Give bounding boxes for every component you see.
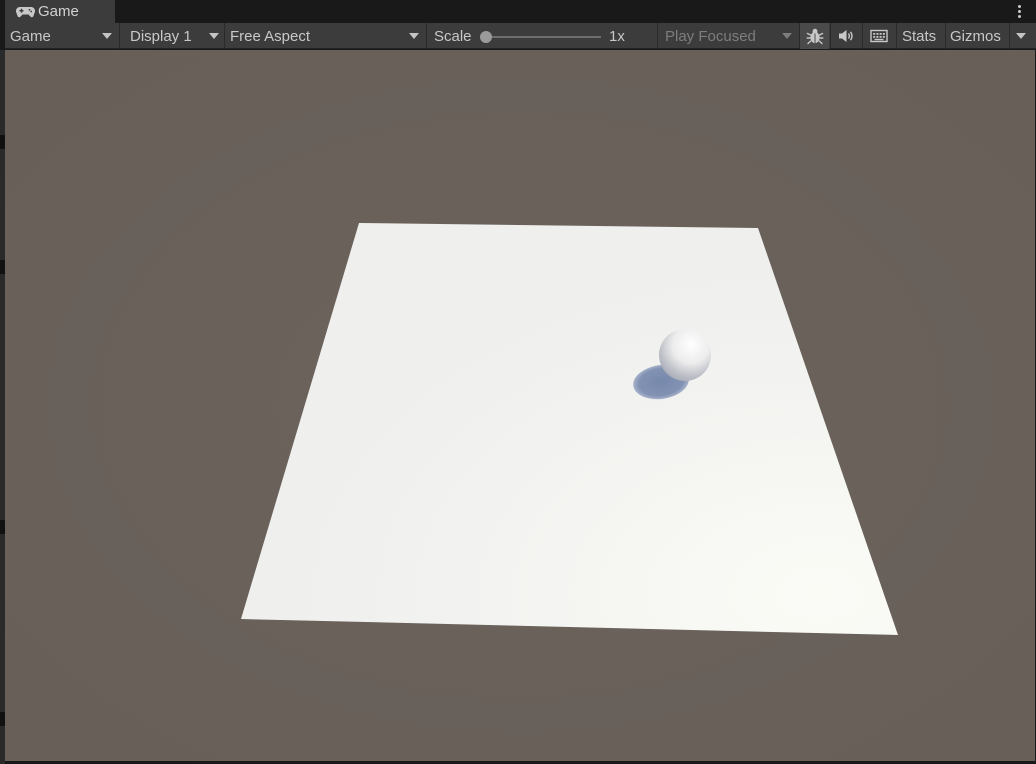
display-chevron-down-icon xyxy=(209,33,219,39)
tab-bar: Game xyxy=(0,0,1036,23)
gamepad-icon xyxy=(16,5,35,19)
scale-value-text: 1x xyxy=(609,27,625,45)
aspect-chevron-down-icon xyxy=(409,33,419,39)
toolbar-divider xyxy=(426,23,427,49)
game-viewport[interactable] xyxy=(5,50,1035,761)
play-mode-label: Play Focused xyxy=(665,27,756,45)
keyboard-shortcuts-button[interactable] xyxy=(863,23,895,49)
stats-label: Stats xyxy=(902,27,937,45)
debug-toggle-button[interactable] xyxy=(800,23,829,49)
stats-button[interactable]: Stats xyxy=(902,23,936,49)
tab-title: Game xyxy=(38,3,79,20)
view-mode-chevron-down-icon xyxy=(102,33,112,39)
gizmos-label: Gizmos xyxy=(950,27,1001,45)
play-mode-dropdown[interactable]: Play Focused xyxy=(665,23,797,49)
speaker-icon xyxy=(837,28,855,44)
more-options-icon[interactable] xyxy=(1014,2,1024,20)
mute-audio-button[interactable] xyxy=(831,23,861,49)
aspect-dropdown[interactable]: Free Aspect xyxy=(230,23,422,49)
play-mode-chevron-down-icon xyxy=(782,33,792,39)
toolbar-divider xyxy=(945,23,946,49)
gizmos-button[interactable]: Gizmos xyxy=(950,23,1001,49)
scale-slider-track[interactable] xyxy=(487,36,601,38)
view-mode-label: Game xyxy=(10,27,51,45)
sphere xyxy=(659,329,711,381)
scale-value: 1x xyxy=(609,23,625,49)
toolbar-divider xyxy=(224,23,225,49)
keyboard-icon xyxy=(870,29,888,43)
view-mode-dropdown[interactable]: Game xyxy=(10,23,116,49)
game-window: Game Game Display 1 Free Aspect Scale 1x… xyxy=(0,0,1036,764)
scale-slider-thumb[interactable] xyxy=(480,31,492,43)
gizmos-chevron-down-icon[interactable] xyxy=(1016,33,1026,39)
toolbar-divider xyxy=(896,23,897,49)
toolbar-divider xyxy=(1009,23,1010,49)
tab-game[interactable]: Game xyxy=(5,0,115,23)
scene-render xyxy=(5,50,1035,761)
scale-label: Scale xyxy=(434,23,472,49)
aspect-label: Free Aspect xyxy=(230,27,311,45)
bug-icon xyxy=(806,27,824,45)
scale-label-text: Scale xyxy=(434,27,472,45)
display-label: Display 1 xyxy=(130,27,192,45)
toolbar-divider xyxy=(119,23,120,49)
toolbar-divider xyxy=(657,23,658,49)
